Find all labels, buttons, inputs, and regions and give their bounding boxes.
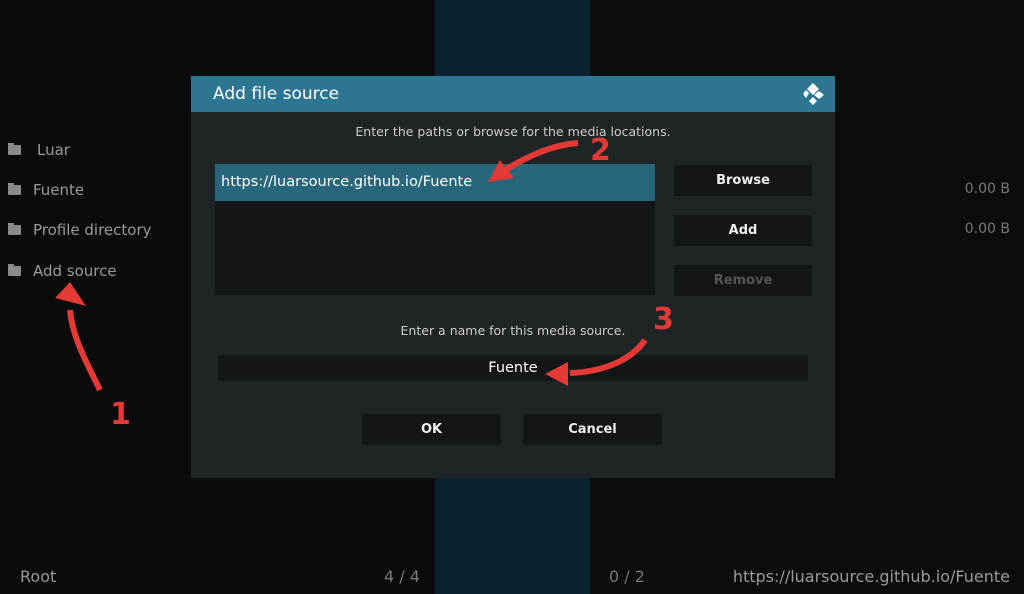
annotation-arrows xyxy=(55,140,648,392)
arrowhead-1 xyxy=(55,282,86,306)
arrow-3 xyxy=(569,338,648,376)
arrow-1 xyxy=(67,309,103,392)
annotation-2: 2 xyxy=(590,133,611,168)
arrowhead-3 xyxy=(545,362,568,386)
arrowhead-2 xyxy=(488,160,514,182)
annotation-1: 1 xyxy=(110,397,131,432)
arrow-2 xyxy=(503,140,579,173)
annotation-3: 3 xyxy=(653,302,674,337)
